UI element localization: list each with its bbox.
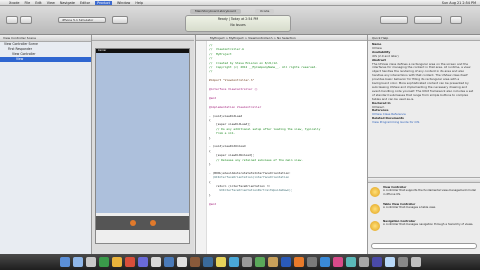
dock-app-icon[interactable] [332, 257, 343, 267]
library-item-desc: A controller that manages a table view. [383, 205, 436, 210]
menu-help[interactable]: Help [135, 1, 143, 5]
view-controller-icon[interactable] [149, 220, 156, 226]
dock-app-icon[interactable] [150, 257, 161, 267]
organizer-button[interactable] [450, 16, 462, 24]
mac-dock [0, 254, 480, 270]
xcode-window: Xcode File Edit View Navigate Editor Product Wi… [0, 0, 480, 254]
scheme-selector[interactable]: iPhone 5.1 Simulator [58, 17, 106, 23]
library-item-text: Table View Controller A controller that m… [383, 202, 436, 210]
library-item[interactable]: Navigation Controller A controller that m… [370, 219, 479, 233]
menubar-clock: Sun Aug 21 2:54 PM [441, 1, 476, 5]
dock-app-icon[interactable] [241, 257, 252, 267]
dock-app-icon[interactable] [358, 257, 369, 267]
dock-app-icon[interactable] [85, 257, 96, 267]
dock-app-icon[interactable] [371, 257, 382, 267]
utility-area: Quick Help Name UIView Availability iOS (2.… [367, 35, 480, 254]
editor-gutter [196, 41, 207, 254]
library-tab-bar [368, 177, 480, 183]
outline-header: View Controller Scene [0, 35, 91, 42]
breakpoints-button[interactable] [112, 16, 128, 24]
dock-app-icon[interactable] [189, 257, 200, 267]
tab-xcode[interactable]: Xcode [255, 9, 275, 14]
storyboard-canvas: Carrier [92, 35, 194, 254]
library-item-desc: A controller that manages navigation thr… [383, 222, 474, 227]
toolbar: iPhone 5.1 Simulator MainStoryboard.stor… [0, 6, 480, 35]
activity-issues: No Issues [230, 23, 246, 27]
library-item[interactable]: Table View Controller A controller that m… [370, 202, 479, 216]
menu-product[interactable]: Product [95, 0, 112, 5]
help-value: The UIView class defines a rectangular a… [372, 61, 474, 101]
menu-navigate[interactable]: Navigate [60, 1, 75, 5]
dock-app-icon[interactable] [254, 257, 265, 267]
library-item-text: Navigation Controller A controller that m… [383, 219, 474, 227]
dock-app-icon[interactable] [397, 257, 408, 267]
document-outline: View Controller Scene View Controller Sc… [0, 35, 92, 254]
dock-app-icon[interactable] [137, 257, 148, 267]
library-item-icon [370, 187, 380, 197]
dock-app-icon[interactable] [384, 257, 395, 267]
dock-app-icon[interactable] [319, 257, 330, 267]
dock-app-icon[interactable] [98, 257, 109, 267]
dock-app-icon[interactable] [124, 257, 135, 267]
quick-help-pane: Name UIView Availability iOS (2.0 and later… [368, 41, 480, 127]
outline-rows: View Controller Scene First Responder View… [0, 42, 91, 62]
outline-row[interactable]: View [0, 57, 91, 62]
quick-help-title: Quick Help [372, 36, 389, 40]
canvas-jump-bar [92, 35, 194, 41]
help-value[interactable]: View Programming Guide for iOS [372, 120, 476, 125]
dock-app-icon[interactable] [228, 257, 239, 267]
dock-app-icon[interactable] [176, 257, 187, 267]
dock-app-icon[interactable] [306, 257, 317, 267]
tab-storyboard[interactable]: MainStoryboard.storyboard [190, 9, 241, 14]
menu-window[interactable]: Window [117, 1, 130, 5]
assistant-editor: MyProject > MyProject > ViewController.h… [195, 35, 367, 254]
scene-dock [96, 216, 189, 230]
menu-xcode[interactable]: Xcode [9, 1, 20, 5]
menu-view[interactable]: View [47, 1, 55, 5]
first-responder-icon[interactable] [129, 220, 136, 226]
library-search-field[interactable] [371, 243, 477, 249]
main-view[interactable] [96, 53, 189, 213]
editor-mode-buttons[interactable] [380, 16, 408, 24]
run-button[interactable] [6, 16, 18, 24]
library-item-icon [370, 221, 380, 231]
activity-viewer: Ready | Today at 2:54 PM No Issues [185, 15, 291, 32]
stop-button[interactable] [20, 16, 32, 24]
view-toggle-buttons[interactable] [414, 16, 442, 24]
menu-file[interactable]: File [25, 1, 31, 5]
dock-app-icon[interactable] [293, 257, 304, 267]
library-item[interactable]: View Controller A controller that support… [370, 185, 479, 199]
code-view[interactable]: //// ViewController.m// MyProject//// Cr… [196, 41, 367, 206]
code-line: @end [209, 201, 216, 206]
dock-app-icon[interactable] [410, 257, 421, 267]
menu-editor[interactable]: Editor [80, 1, 90, 5]
dock-app-icon[interactable] [345, 257, 356, 267]
menu-items: Xcode File Edit View Navigate Editor Product Wi… [9, 0, 143, 5]
dock-app-icon[interactable] [59, 257, 70, 267]
dock-app-icon[interactable] [267, 257, 278, 267]
library-item-desc: A controller that supports the fundament… [383, 188, 476, 196]
dock-app-icon[interactable] [72, 257, 83, 267]
dock-app-icon[interactable] [202, 257, 213, 267]
menu-edit[interactable]: Edit [35, 1, 42, 5]
library-item-text: View Controller A controller that support… [383, 185, 479, 196]
dock-app-icon[interactable] [163, 257, 174, 267]
library-item-icon [370, 204, 380, 214]
dock-app-icon[interactable] [111, 257, 122, 267]
dock-app-icon[interactable] [215, 257, 226, 267]
view-controller-scene[interactable]: Carrier [95, 48, 190, 244]
dock-app-icon[interactable] [280, 257, 291, 267]
